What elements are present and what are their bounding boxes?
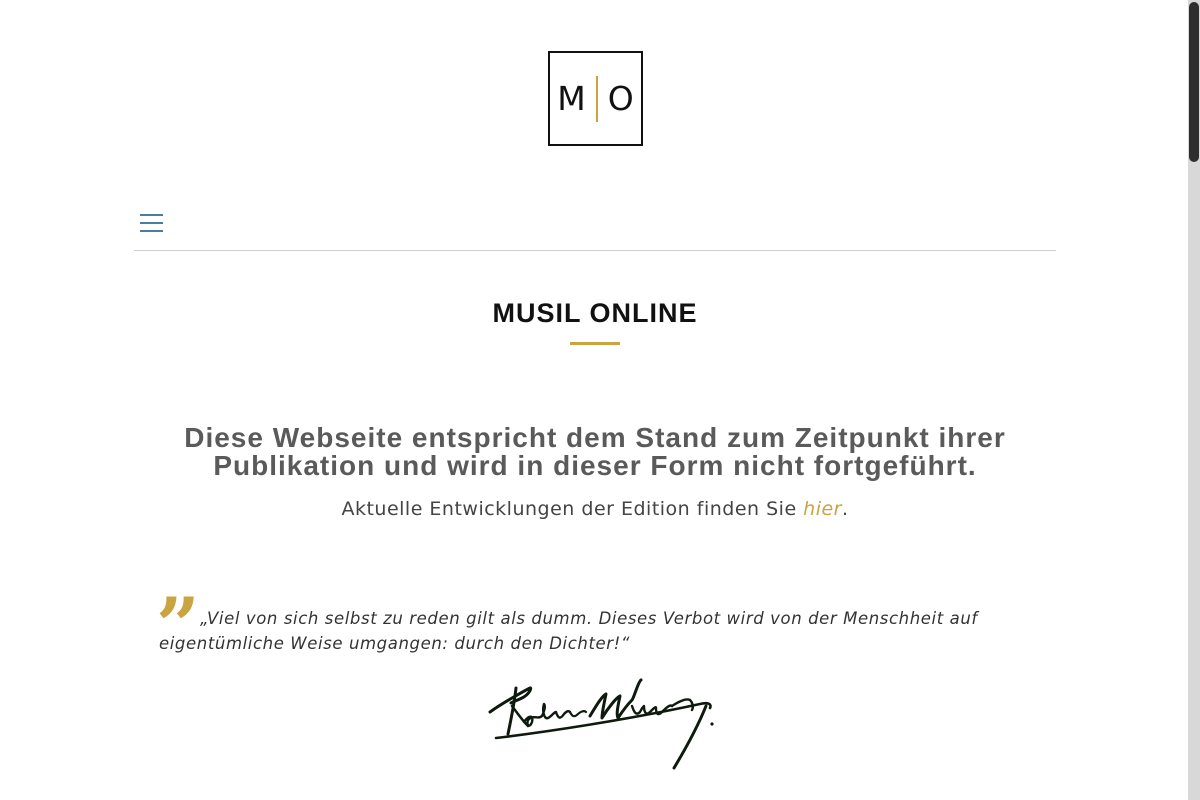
robert-musil-signature: [488, 678, 714, 770]
logo-divider-bar: [595, 75, 598, 122]
edition-link[interactable]: hier: [803, 498, 842, 520]
title-underline: [570, 342, 620, 345]
page: M O MUSIL ONLINE Diese Webseite entspric…: [0, 0, 1200, 800]
subnotice-period: .: [842, 498, 849, 520]
discontinued-notice: Diese Webseite entspricht dem Stand zum …: [184, 422, 1006, 481]
page-title: MUSIL ONLINE: [492, 298, 698, 328]
scrollbar[interactable]: [1188, 0, 1200, 800]
menu-line: [140, 222, 163, 224]
scrollbar-thumb[interactable]: [1189, 2, 1199, 162]
logo-letter-m: M: [557, 79, 586, 118]
current-edition-notice: Aktuelle Entwicklungen der Edition finde…: [134, 498, 1056, 520]
menu-line: [140, 230, 163, 232]
hamburger-menu-icon[interactable]: [140, 214, 163, 232]
logo-letter-o: O: [607, 79, 634, 118]
subnotice-text: Aktuelle Entwicklungen der Edition finde…: [341, 498, 804, 520]
musil-quote: „Viel von sich selbst zu reden gilt als …: [159, 609, 978, 653]
nav-divider: [134, 250, 1056, 251]
menu-line: [140, 214, 163, 216]
site-logo[interactable]: M O: [548, 51, 643, 146]
